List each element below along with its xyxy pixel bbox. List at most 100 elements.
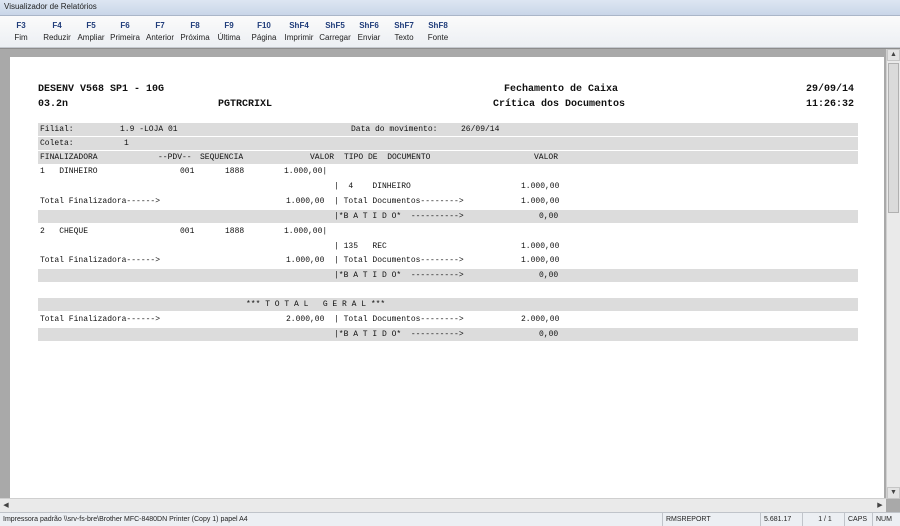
document-row: | 135 REC 1.000,00	[38, 240, 858, 253]
report-viewer: DESENV V568 SP1 - 10G 03.2n PGTRCRIXL Fe…	[0, 48, 900, 512]
total-row: Total Finalizadora------> 1.000,00 | Tot…	[38, 195, 858, 208]
scroll-right-arrow-icon[interactable]: ▶	[874, 499, 886, 512]
enlarge-label: Ampliar	[77, 33, 105, 42]
sequencia-value: 1888	[225, 167, 245, 176]
filial-value: 1.9 -LOJA 01	[120, 125, 178, 134]
program-name: PGTRCRIXL	[218, 99, 273, 110]
coleta-row: Coleta: 1	[38, 137, 858, 150]
coleta-value: 1	[124, 139, 129, 148]
total-geral-batido-row: |*B A T I D O* ----------> 0,00	[38, 328, 858, 341]
document-row: | 4 DINHEIRO 1.000,00	[38, 180, 858, 193]
next-page-button[interactable]: F8 Próxima	[180, 20, 210, 46]
system-name: DESENV V568 SP1 - 10G	[38, 84, 165, 95]
report-version: 03.2n	[38, 99, 69, 110]
finalizadora-valor: 1.000,00|	[284, 227, 328, 236]
total-row: Total Finalizadora------> 1.000,00 | Tot…	[38, 254, 858, 267]
horizontal-scrollbar[interactable]: ◀ ▶	[0, 498, 886, 512]
reduce-button[interactable]: F4 Reduzir	[42, 20, 72, 46]
scroll-up-arrow-icon[interactable]: ▲	[887, 49, 900, 61]
finalizadora-row: 2 CHEQUE 001 1888 1.000,00|	[38, 225, 858, 238]
previous-page-button[interactable]: F7 Anterior	[145, 20, 175, 46]
text-button[interactable]: ShF7 Texto	[388, 20, 420, 46]
report-time: 11:26:32	[806, 99, 855, 110]
send-key: ShF6	[359, 21, 379, 30]
column-finalizadora: FINALIZADORA	[40, 153, 98, 162]
font-key: ShF8	[428, 21, 448, 30]
vertical-scroll-thumb[interactable]	[888, 63, 899, 213]
font-label: Fonte	[427, 33, 449, 42]
total-geral-documentos-label: | Total Documentos-------->	[334, 315, 464, 324]
report-subtitle: Crítica dos Documentos	[493, 99, 626, 110]
reduce-key: F4	[52, 21, 62, 30]
vertical-scrollbar[interactable]: ▲ ▼	[886, 49, 900, 499]
print-key: ShF4	[289, 21, 309, 30]
printer-status: Impressora padrão \\srv-fs-bre\Brother M…	[3, 516, 248, 523]
column-pdv: --PDV--	[158, 153, 192, 162]
first-page-label: Primeira	[110, 33, 140, 42]
coleta-label: Coleta:	[40, 139, 74, 148]
total-geral-finalizadora-valor: 2.000,00	[286, 315, 325, 324]
total-documentos-label: | Total Documentos-------->	[334, 197, 464, 206]
previous-page-key: F7	[155, 21, 165, 30]
load-button[interactable]: ShF5 Carregar	[319, 20, 351, 46]
scroll-left-arrow-icon[interactable]: ◀	[0, 499, 12, 512]
caps-status: CAPS	[844, 513, 872, 526]
total-finalizadora-valor: 1.000,00	[286, 256, 325, 265]
scroll-down-arrow-icon[interactable]: ▼	[887, 487, 900, 499]
last-page-button[interactable]: F9 Última	[214, 20, 244, 46]
total-geral-finalizadora-label: Total Finalizadora------>	[40, 315, 161, 324]
finalizadora-name: 1 DINHEIRO	[40, 167, 98, 176]
batido-row: |*B A T I D O* ----------> 0,00	[38, 269, 858, 282]
total-documentos-label: | Total Documentos-------->	[334, 256, 464, 265]
finalizadora-name: 2 CHEQUE	[40, 227, 89, 236]
page-key: F10	[257, 21, 271, 30]
reduce-label: Reduzir	[43, 33, 71, 42]
enlarge-button[interactable]: F5 Ampliar	[76, 20, 106, 46]
document-name: | 135 REC	[334, 242, 387, 251]
send-label: Enviar	[357, 33, 381, 42]
next-page-label: Próxima	[180, 33, 210, 42]
page-label: Página	[251, 33, 277, 42]
finalizadora-row: 1 DINHEIRO 001 1888 1.000,00|	[38, 165, 858, 178]
version-status: 5.681.17	[760, 513, 802, 526]
last-page-label: Última	[217, 33, 241, 42]
print-button[interactable]: ShF4 Imprimir	[283, 20, 315, 46]
last-page-key: F9	[224, 21, 234, 30]
total-documentos-valor: 1.000,00	[521, 256, 560, 265]
report-page: DESENV V568 SP1 - 10G 03.2n PGTRCRIXL Fe…	[10, 57, 884, 505]
total-documentos-valor: 1.000,00	[521, 197, 560, 206]
send-button[interactable]: ShF6 Enviar	[353, 20, 385, 46]
sequencia-value: 1888	[225, 227, 245, 236]
document-name: | 4 DINHEIRO	[334, 182, 411, 191]
first-page-key: F6	[120, 21, 130, 30]
column-header-row: FINALIZADORA --PDV-- SEQUENCIA VALOR TIP…	[38, 151, 858, 164]
page-button[interactable]: F10 Página	[249, 20, 279, 46]
pdv-value: 001	[180, 227, 195, 236]
batido-label: |*B A T I D O* ---------->	[334, 212, 464, 221]
report-title: Fechamento de Caixa	[504, 84, 619, 95]
total-geral-batido-label: |*B A T I D O* ---------->	[334, 330, 464, 339]
previous-page-label: Anterior	[145, 33, 174, 42]
finalizadora-valor: 1.000,00|	[284, 167, 328, 176]
column-tipo-documento: TIPO DE DOCUMENTO	[344, 153, 431, 162]
total-finalizadora-label: Total Finalizadora------>	[40, 256, 161, 265]
column-valor: VALOR	[310, 153, 335, 162]
title-bar: Visualizador de Relatórios	[0, 0, 900, 16]
total-finalizadora-valor: 1.000,00	[286, 197, 325, 206]
end-key: F3	[16, 21, 26, 30]
status-bar: Impressora padrão \\srv-fs-bre\Brother M…	[0, 512, 900, 526]
font-button[interactable]: ShF8 Fonte	[422, 20, 454, 46]
total-geral-title: *** T O T A L G E R A L ***	[246, 300, 386, 309]
window-title: Visualizador de Relatórios	[4, 2, 97, 11]
load-key: ShF5	[325, 21, 345, 30]
next-page-key: F8	[190, 21, 200, 30]
filial-row: Filial: 1.9 -LOJA 01 Data do movimento: …	[38, 123, 858, 136]
end-button[interactable]: F3 Fim	[6, 20, 36, 46]
total-geral-row: *** T O T A L G E R A L ***	[38, 298, 858, 311]
first-page-button[interactable]: F6 Primeira	[110, 20, 140, 46]
movimento-label: Data do movimento:	[351, 125, 438, 134]
total-finalizadora-label: Total Finalizadora------>	[40, 197, 161, 206]
total-geral-documentos-valor: 2.000,00	[521, 315, 560, 324]
movimento-value: 26/09/14	[461, 125, 500, 134]
column-valor-documento: VALOR	[534, 153, 559, 162]
